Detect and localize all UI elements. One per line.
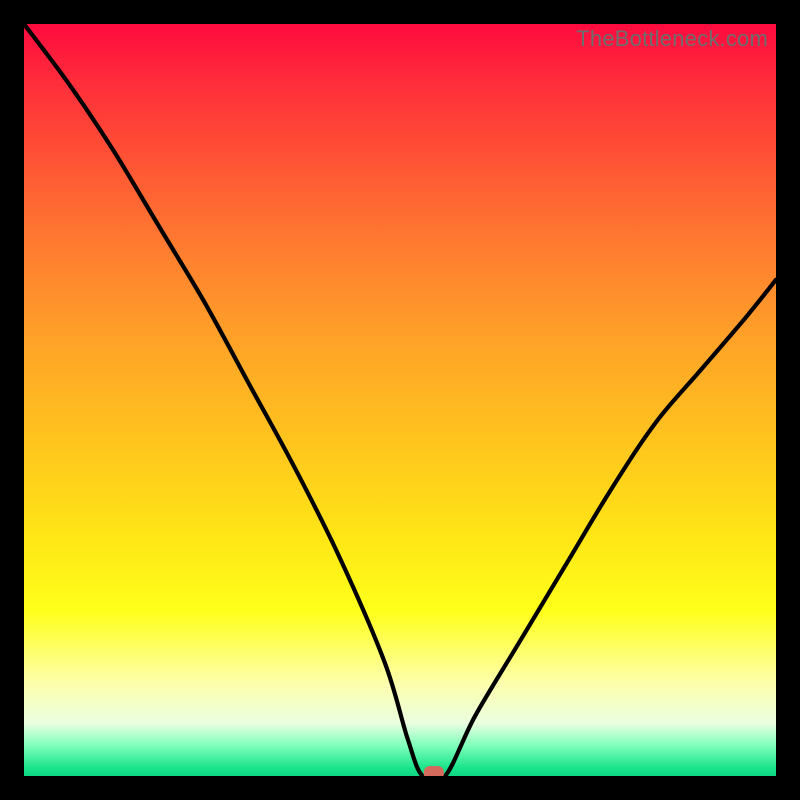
chart-plot-area: TheBottleneck.com bbox=[24, 24, 776, 776]
bottleneck-curve bbox=[24, 24, 776, 776]
chart-svg bbox=[24, 24, 776, 776]
chart-frame: TheBottleneck.com bbox=[0, 0, 800, 800]
bottleneck-marker bbox=[424, 766, 444, 776]
